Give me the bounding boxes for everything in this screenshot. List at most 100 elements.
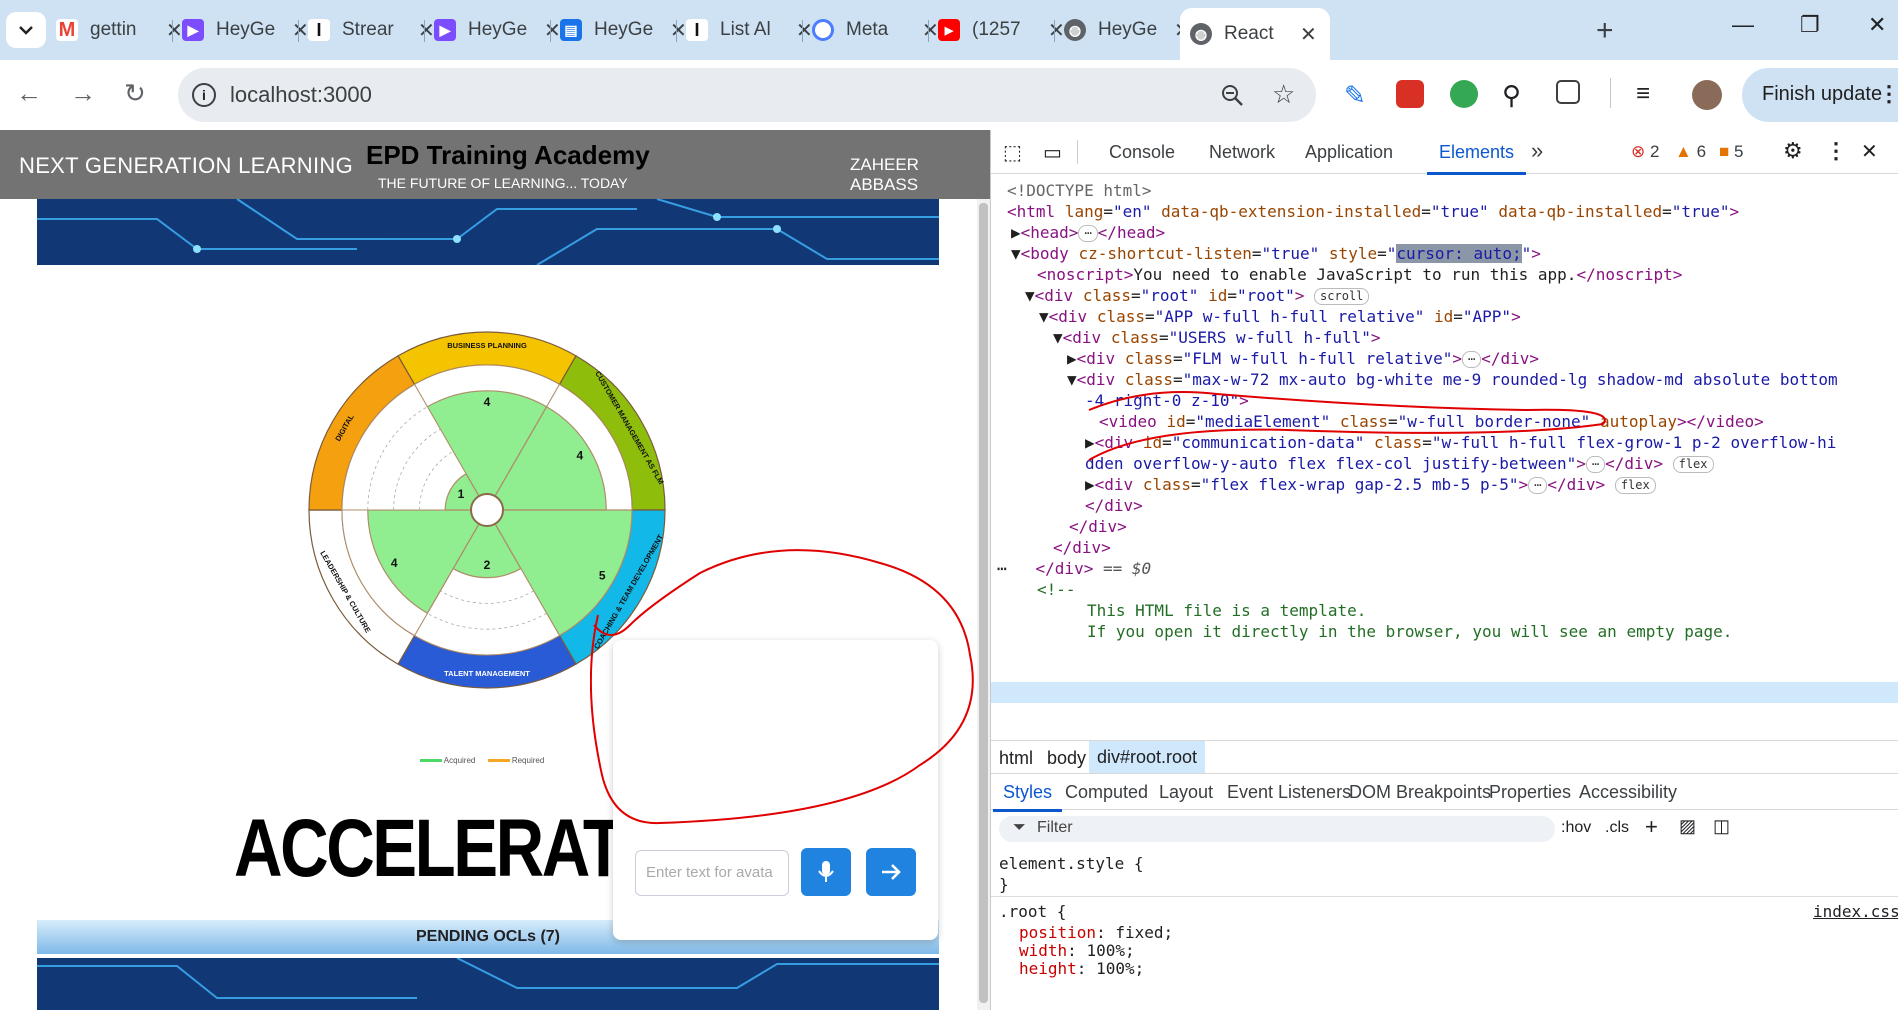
minimize-icon[interactable]: — (1732, 12, 1754, 38)
dom-line[interactable]: ▼<div class="USERS w-full h-full"> (1053, 327, 1381, 348)
browser-toolbar: ← → ↻ i localhost:3000 ☆ ✎ ⚲ ≡ Finish up… (0, 60, 1898, 130)
page-scrollbar[interactable] (977, 199, 990, 1010)
tab-layout[interactable]: Layout (1159, 782, 1213, 803)
dom-line[interactable]: ▶<div class="flex flex-wrap gap-2.5 mb-5… (1085, 474, 1656, 495)
dom-line[interactable]: ▼<body cz-shortcut-listen="true" style="… (1011, 243, 1541, 264)
dom-line[interactable]: </div> (1069, 516, 1127, 537)
globe-icon: ◍ (1190, 23, 1212, 45)
comment-line[interactable]: This HTML file is a template. (1087, 600, 1366, 621)
dom-line[interactable]: ▼<div class="root" id="root"> scroll (1025, 285, 1370, 306)
web-page: NEXT GENERATION LEARNING EPD Training Ac… (0, 130, 990, 1010)
cls-toggle[interactable]: .cls (1605, 819, 1629, 837)
errors-badge[interactable]: ⊗ 2 (1631, 142, 1659, 162)
dom-line[interactable]: ▶<div class="FLM w-full h-full relative"… (1067, 348, 1539, 369)
paint-icon[interactable]: ▨ (1679, 816, 1696, 837)
styles-filter-row: ⏷ Filter :hov .cls + ▨ ◫ (991, 810, 1898, 848)
back-icon[interactable]: ← (16, 78, 42, 109)
crumb-root[interactable]: div#root.root (1089, 741, 1206, 773)
dom-line[interactable]: ▼<div class="APP w-full h-full relative"… (1039, 306, 1521, 327)
zoom-icon[interactable] (1220, 83, 1246, 109)
css-prop-height[interactable]: height: 100%; (1019, 959, 1144, 978)
book-icon: ▤ (560, 19, 582, 41)
device-toolbar-icon[interactable]: ▭ (1043, 140, 1062, 165)
h-logo-icon: Ι (686, 19, 708, 41)
forward-icon[interactable]: → (70, 78, 96, 109)
dom-line-selected[interactable]: ⋯ </div> == $0 (997, 558, 1151, 579)
arrow-right-icon (882, 864, 901, 880)
heygen-icon: ▶ (434, 19, 456, 41)
page-title: EPD Training Academy (366, 140, 650, 170)
tab-accessibility[interactable]: Accessibility (1579, 782, 1677, 803)
value-label: 2 (484, 558, 491, 572)
window-close-icon[interactable]: ✕ (1868, 12, 1886, 38)
tab-event-listeners[interactable]: Event Listeners (1227, 782, 1351, 803)
close-icon[interactable]: ✕ (1300, 22, 1317, 47)
eyedropper-icon[interactable]: ⚲ (1502, 80, 1530, 110)
css-prop-position[interactable]: position: fixed; (1019, 923, 1173, 942)
dom-line[interactable]: <html lang="en" data-qb-extension-instal… (1007, 201, 1739, 222)
legend-required: Required (511, 756, 545, 765)
crumb-body[interactable]: body (1047, 748, 1086, 769)
value-label: 4 (576, 449, 583, 463)
bookmark-star-icon[interactable]: ☆ (1272, 79, 1295, 110)
meta-icon (812, 19, 834, 41)
avatar[interactable] (1692, 80, 1722, 110)
tab-network[interactable]: Network (1209, 142, 1275, 163)
warnings-badge[interactable]: ▲ 6 (1675, 142, 1706, 162)
close-devtools-icon[interactable]: ✕ (1861, 139, 1878, 164)
issue-icon: ■ (1719, 142, 1730, 161)
site-info-icon[interactable]: i (192, 83, 216, 107)
dom-line[interactable]: </div> (1053, 537, 1111, 558)
pen-extension-icon[interactable]: ✎ (1344, 80, 1372, 110)
finish-update-button[interactable]: Finish update ⋮ (1742, 68, 1898, 122)
issues-badge[interactable]: ■ 5 (1719, 142, 1743, 162)
reload-icon[interactable]: ↻ (124, 78, 146, 109)
sidebar-toggle-icon[interactable]: ◫ (1713, 816, 1730, 837)
comment-line[interactable]: If you open it directly in the browser, … (1087, 621, 1732, 642)
tab-dom-breakpoints[interactable]: DOM Breakpoints (1349, 782, 1491, 803)
selected-node-highlight (991, 682, 1898, 703)
css-source-link[interactable]: index.css:19 (1813, 902, 1898, 921)
tab-elements[interactable]: Elements (1426, 142, 1527, 175)
user-name[interactable]: ZAHEER ABBASS (850, 155, 990, 195)
tab-application[interactable]: Application (1305, 142, 1393, 163)
legend-acquired: Acquired (443, 756, 476, 765)
tab-10-active[interactable]: ◍ React ✕ (1180, 8, 1330, 60)
wheel-hub (470, 493, 504, 527)
comment-line[interactable]: <!-- (1037, 579, 1076, 600)
chart-legend: Acquired Required (420, 756, 544, 765)
reading-list-icon[interactable]: ≡ (1636, 80, 1664, 108)
tab-styles[interactable]: Styles (992, 782, 1063, 812)
root-rule-selector[interactable]: .root { (999, 902, 1066, 921)
dom-line[interactable]: </div> (1085, 495, 1143, 516)
more-vert-icon[interactable]: ⋮ (1878, 81, 1898, 107)
app-header: NEXT GENERATION LEARNING EPD Training Ac… (0, 130, 990, 199)
robot-extension-icon[interactable] (1450, 80, 1478, 108)
inspect-element-icon[interactable]: ⬚ (1003, 140, 1022, 165)
devtools-tab-bar: ⬚ ▭ Console Network Application Elements… (991, 130, 1898, 175)
hov-toggle[interactable]: :hov (1561, 819, 1591, 837)
styles-filter-input[interactable]: ⏷ Filter (999, 816, 1555, 842)
dom-line[interactable]: <noscript>You need to enable JavaScript … (1037, 264, 1682, 285)
h-logo-icon: Ι (308, 19, 330, 41)
dom-line[interactable]: ▶<head> ⋯ </head> (1011, 222, 1165, 243)
crumb-html[interactable]: html (999, 748, 1033, 769)
add-rule-icon[interactable]: + (1645, 814, 1658, 840)
css-prop-width[interactable]: width: 100%; (1019, 941, 1135, 960)
dom-line[interactable]: <!DOCTYPE html> (1007, 180, 1152, 201)
address-bar[interactable]: i localhost:3000 ☆ (178, 68, 1316, 122)
extensions-puzzle-icon[interactable] (1556, 80, 1580, 104)
annotation-scribble (1088, 391, 1606, 461)
settings-gear-icon[interactable]: ⚙ (1783, 138, 1803, 164)
new-tab-icon[interactable]: + (1596, 14, 1614, 48)
tab-computed[interactable]: Computed (1065, 782, 1148, 803)
url-text[interactable]: localhost:3000 (230, 82, 372, 108)
element-style-rule[interactable]: element.style { (999, 854, 1144, 873)
more-tabs-icon[interactable]: » (1531, 138, 1543, 164)
more-vert-icon[interactable]: ⋮ (1825, 138, 1847, 164)
bug-extension-icon[interactable] (1396, 80, 1424, 108)
restore-icon[interactable]: ❐ (1800, 12, 1820, 38)
tab-console[interactable]: Console (1109, 142, 1175, 163)
tab-properties[interactable]: Properties (1489, 782, 1571, 803)
tab-search-button[interactable] (6, 12, 46, 48)
